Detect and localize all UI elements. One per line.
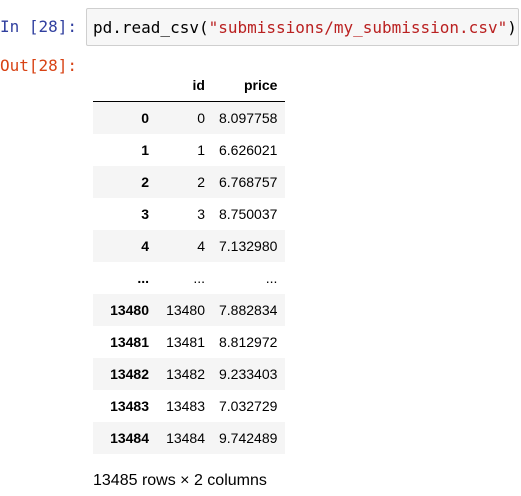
code-input-cell[interactable]: pd.read_csv("submissions/my_submission.c… bbox=[86, 8, 519, 46]
row-index: 0 bbox=[141, 110, 149, 126]
cell-price: 9.233403 bbox=[219, 366, 278, 382]
row-index: 13482 bbox=[110, 366, 149, 382]
dataframe-output: id price 0 0 8.097758 1 1 6.626021 2 2 6… bbox=[93, 68, 286, 454]
table-row: 3 3 8.750037 bbox=[93, 198, 286, 230]
table-header-row: id price bbox=[93, 68, 286, 102]
table-row: 13481 13481 8.812972 bbox=[93, 326, 286, 358]
cell-price: 7.032729 bbox=[219, 398, 278, 414]
output-prompt: Out[28]: bbox=[0, 56, 78, 75]
cell-price: ... bbox=[265, 270, 278, 286]
cell-price: 8.097758 bbox=[219, 110, 278, 126]
cell-id: 3 bbox=[197, 206, 205, 222]
cell-id: 1 bbox=[197, 142, 205, 158]
row-index: ... bbox=[137, 270, 149, 286]
table-row: 13480 13480 7.882834 bbox=[93, 294, 286, 326]
cell-id: 4 bbox=[197, 238, 205, 254]
cell-id: 13482 bbox=[166, 366, 205, 382]
table-row: 4 4 7.132980 bbox=[93, 230, 286, 262]
cell-id: 0 bbox=[197, 110, 205, 126]
cell-price: 7.132980 bbox=[219, 238, 278, 254]
table-row: 2 2 6.768757 bbox=[93, 166, 286, 198]
dataframe-shape-text: 13485 rows × 2 columns bbox=[93, 472, 267, 489]
row-index: 13483 bbox=[110, 398, 149, 414]
cell-price: 7.882834 bbox=[219, 302, 278, 318]
cell-id: 13484 bbox=[166, 430, 205, 446]
row-index: 3 bbox=[141, 206, 149, 222]
cell-price: 8.750037 bbox=[219, 206, 278, 222]
code-function: pd.read_csv( bbox=[93, 17, 209, 37]
cell-price: 6.626021 bbox=[219, 142, 278, 158]
row-index: 13480 bbox=[110, 302, 149, 318]
row-index: 13481 bbox=[110, 334, 149, 350]
table-row: 1 1 6.626021 bbox=[93, 134, 286, 166]
ellipsis-row: ... ... ... bbox=[93, 262, 286, 294]
cell-id: 13481 bbox=[166, 334, 205, 350]
column-header-id: id bbox=[157, 68, 213, 102]
cell-id: 13483 bbox=[166, 398, 205, 414]
table-row: 0 0 8.097758 bbox=[93, 101, 286, 134]
code-string-argument: "submissions/my_submission.csv" bbox=[208, 17, 508, 37]
column-header-price: price bbox=[213, 68, 286, 102]
row-index: 2 bbox=[141, 174, 149, 190]
dataframe-table: id price 0 0 8.097758 1 1 6.626021 2 2 6… bbox=[93, 68, 286, 454]
table-row: 13482 13482 9.233403 bbox=[93, 358, 286, 390]
row-index: 13484 bbox=[110, 430, 149, 446]
table-row: 13484 13484 9.742489 bbox=[93, 422, 286, 454]
cell-id: 13480 bbox=[166, 302, 205, 318]
cell-price: 8.812972 bbox=[219, 334, 278, 350]
index-header bbox=[93, 68, 157, 102]
cell-id: ... bbox=[193, 270, 205, 286]
cell-id: 2 bbox=[197, 174, 205, 190]
cell-price: 6.768757 bbox=[219, 174, 278, 190]
table-row: 13483 13483 7.032729 bbox=[93, 390, 286, 422]
cell-price: 9.742489 bbox=[219, 430, 278, 446]
row-index: 4 bbox=[141, 238, 149, 254]
code-close-paren: ) bbox=[507, 17, 517, 37]
row-index: 1 bbox=[141, 142, 149, 158]
input-prompt: In [28]: bbox=[0, 17, 78, 36]
